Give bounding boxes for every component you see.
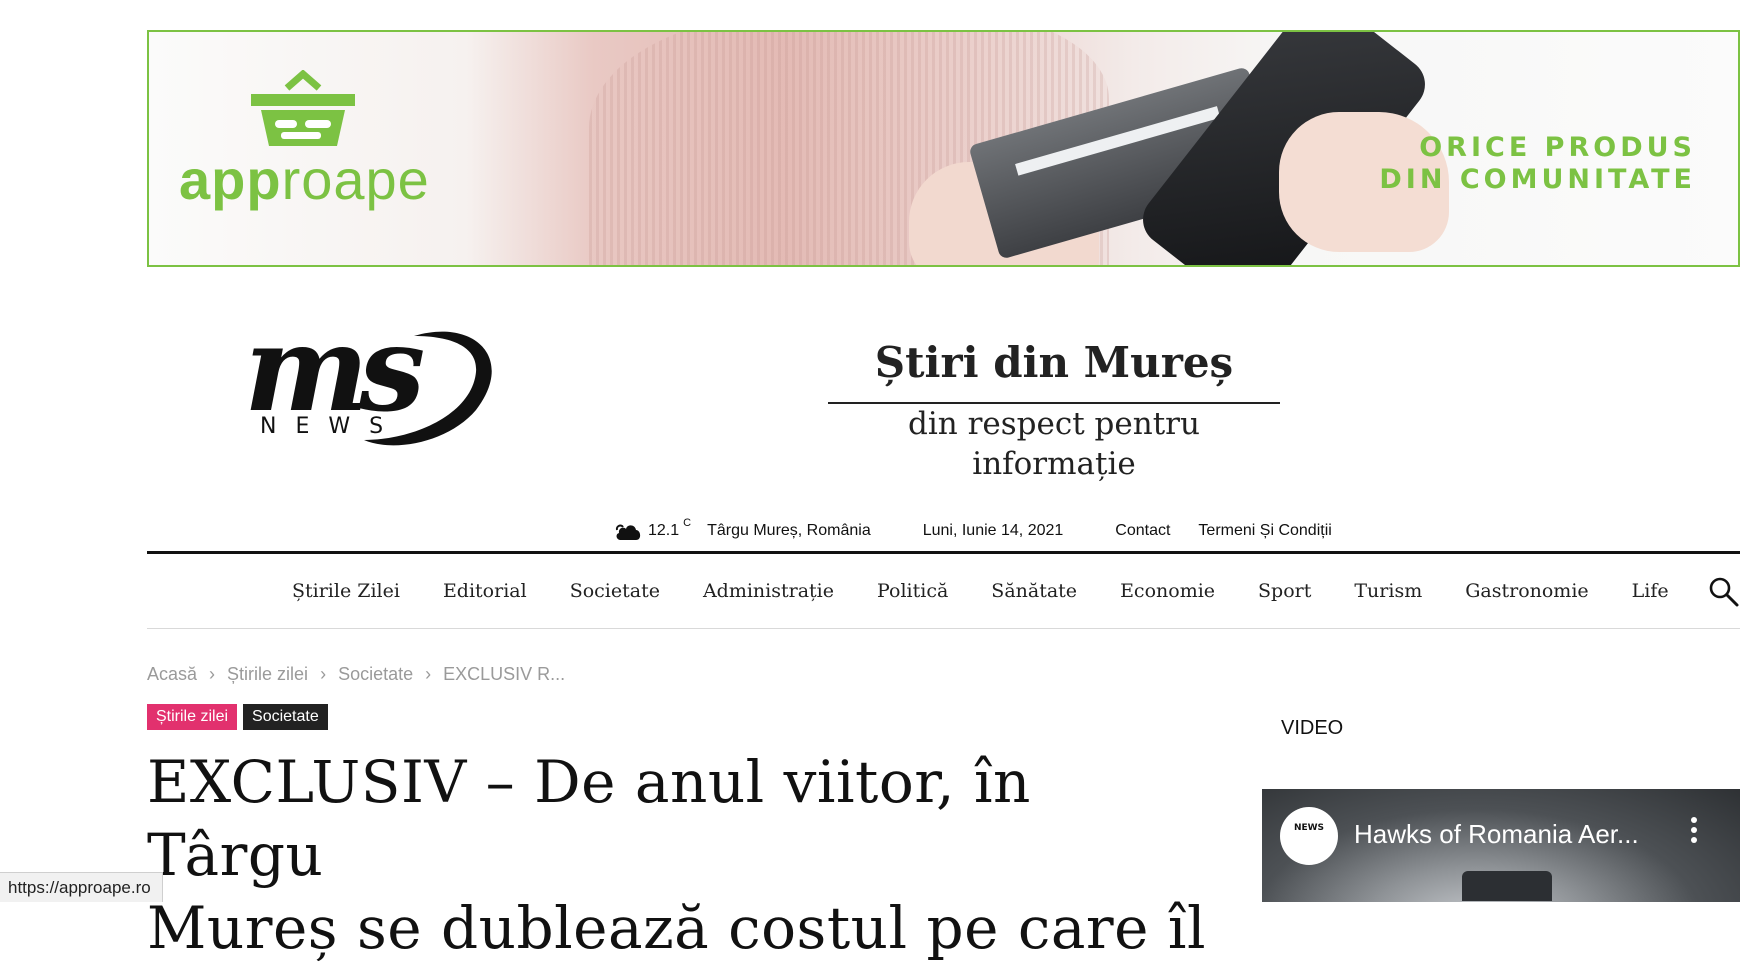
nav-item-life[interactable]: Life [1632, 580, 1669, 602]
status-bar-url: https://approape.ro [0, 872, 163, 902]
nav-item-politica[interactable]: Politică [877, 580, 948, 602]
nav-item-gastronomie[interactable]: Gastronomie [1465, 580, 1588, 602]
ad-tagline-line1: ORICE PRODUS [1419, 132, 1696, 163]
more-options-icon[interactable] [1690, 817, 1698, 849]
nav-item-economie[interactable]: Economie [1120, 580, 1215, 602]
nav-item-sanatate[interactable]: Sănătate [991, 580, 1077, 602]
channel-avatar[interactable]: NEWS [1280, 807, 1338, 865]
logo-mark: ms [244, 299, 425, 438]
search-icon[interactable] [1708, 576, 1740, 608]
ad-banner[interactable]: approape ORICE PRODUS DIN COMUNITATE [147, 30, 1740, 267]
video-embed[interactable]: NEWS Hawks of Romania Aer... [1262, 789, 1740, 902]
nav-item-editorial[interactable]: Editorial [443, 580, 527, 602]
breadcrumb: Acasă › Știrile zilei › Societate › EXCL… [147, 664, 565, 685]
breadcrumb-separator: › [320, 664, 327, 684]
breadcrumb-stirile-zilei[interactable]: Știrile zilei [227, 664, 308, 685]
breadcrumb-separator: › [209, 664, 216, 684]
headline-line1: EXCLUSIV – De anul viitor, în Târgu [147, 748, 1031, 889]
breadcrumb-home[interactable]: Acasă [147, 664, 197, 685]
breadcrumb-societate[interactable]: Societate [338, 664, 413, 685]
logo-wordmark: NEWS [260, 414, 403, 439]
cloud-icon [615, 524, 641, 540]
terms-link[interactable]: Termeni Și Condiții [1198, 522, 1331, 540]
site-subtitle: din respect pentru informație [908, 406, 1200, 482]
weather-temperature: 12.1 [648, 522, 680, 539]
breadcrumb-current: EXCLUSIV R... [443, 664, 566, 684]
headline-line2: Mureș se dublează costul pe care îl [147, 894, 1207, 962]
ad-tagline: ORICE PRODUS DIN COMUNITATE [1379, 132, 1696, 196]
nav-item-sport[interactable]: Sport [1258, 580, 1311, 602]
site-title: Știri din Mureș [874, 338, 1234, 387]
contact-link[interactable]: Contact [1115, 522, 1170, 540]
tag-societate[interactable]: Societate [243, 704, 328, 730]
category-tags: Știrile zilei Societate [147, 704, 334, 730]
nav-item-societate[interactable]: Societate [570, 580, 660, 602]
ad-tagline-line2: DIN COMUNITATE [1379, 164, 1696, 195]
nav-item-turism[interactable]: Turism [1354, 580, 1422, 602]
top-bar: 12.1 C Târgu Mureș, România Luni, Iunie … [614, 516, 1360, 546]
weather-unit: C [683, 517, 692, 529]
weather-location: Târgu Mureș, România [707, 522, 871, 539]
nav-item-stirile-zilei[interactable]: Știrile Zilei [292, 580, 400, 602]
video-section-label: VIDEO [1281, 717, 1344, 739]
breadcrumb-separator: › [425, 664, 432, 684]
current-date: Luni, Iunie 14, 2021 [922, 522, 1064, 539]
basket-logo-icon [251, 70, 355, 146]
channel-avatar-text: NEWS [1293, 823, 1325, 833]
site-logo[interactable]: ms NEWS [244, 310, 502, 453]
nav-item-administratie[interactable]: Administrație [703, 580, 834, 602]
tag-stirile-zilei[interactable]: Știrile zilei [147, 704, 238, 730]
video-title[interactable]: Hawks of Romania Aer... [1354, 819, 1639, 850]
article-headline: EXCLUSIV – De anul viitor, în Târgu Mure… [147, 746, 1207, 965]
main-nav: Știrile Zilei Editorial Societate Admini… [147, 554, 1740, 629]
video-thumbnail-object [1462, 871, 1552, 901]
ad-brand-logo: approape [179, 148, 430, 211]
